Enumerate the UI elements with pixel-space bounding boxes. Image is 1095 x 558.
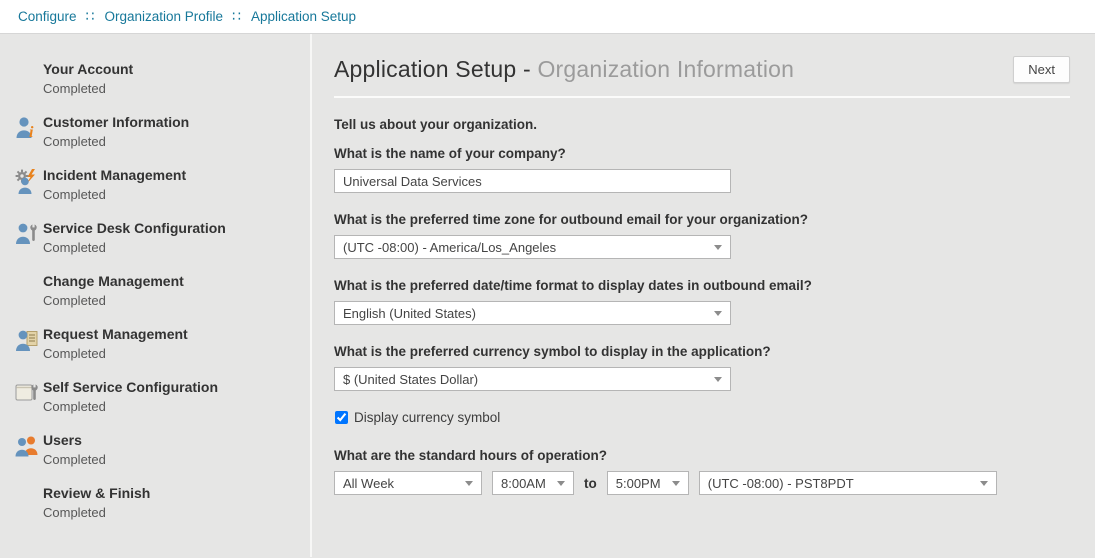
currency-select-value: $ (United States Dollar) bbox=[343, 372, 478, 387]
datetime-format-select[interactable]: English (United States) bbox=[334, 301, 731, 325]
title-divider bbox=[334, 96, 1070, 98]
panel-wrench-icon bbox=[14, 380, 40, 406]
step-status: Completed bbox=[43, 80, 133, 97]
hours-end-select[interactable]: 5:00PM bbox=[607, 471, 689, 495]
chevron-down-icon bbox=[714, 245, 722, 250]
display-currency-label[interactable]: Display currency symbol bbox=[354, 410, 500, 425]
blank-icon bbox=[14, 274, 40, 300]
timezone-select[interactable]: (UTC -08:00) - America/Los_Angeles bbox=[334, 235, 731, 259]
breadcrumb-configure[interactable]: Configure bbox=[18, 9, 77, 24]
hours-timezone-select[interactable]: (UTC -08:00) - PST8PDT bbox=[699, 471, 997, 495]
person-wrench-icon bbox=[14, 221, 40, 247]
chevron-down-icon bbox=[980, 481, 988, 486]
breadcrumb-application-setup[interactable]: Application Setup bbox=[251, 9, 356, 24]
step-label: Self Service Configuration bbox=[43, 379, 218, 396]
company-name-label: What is the name of your company? bbox=[334, 146, 1070, 161]
step-status: Completed bbox=[43, 292, 184, 309]
chevron-down-icon bbox=[465, 481, 473, 486]
svg-text:i: i bbox=[29, 124, 34, 141]
step-status: Completed bbox=[43, 451, 106, 468]
setup-steps-sidebar: Your Account Completed i Customer Inform… bbox=[0, 34, 312, 557]
currency-select[interactable]: $ (United States Dollar) bbox=[334, 367, 731, 391]
hours-end-value: 5:00PM bbox=[616, 476, 661, 491]
hours-start-select[interactable]: 8:00AM bbox=[492, 471, 574, 495]
hours-days-value: All Week bbox=[343, 476, 394, 491]
sidebar-item-self-service-configuration[interactable]: Self Service Configuration Completed bbox=[14, 379, 300, 415]
breadcrumb-separator-icon: ∷ bbox=[86, 8, 96, 25]
sidebar-item-request-management[interactable]: Request Management Completed bbox=[14, 326, 300, 362]
next-button[interactable]: Next bbox=[1013, 56, 1070, 83]
application-setup-panel: Application Setup - Organization Informa… bbox=[312, 34, 1095, 557]
chevron-down-icon bbox=[557, 481, 565, 486]
step-label: Users bbox=[43, 432, 106, 449]
hours-days-select[interactable]: All Week bbox=[334, 471, 482, 495]
datetime-format-label: What is the preferred date/time format t… bbox=[334, 278, 1070, 293]
sidebar-item-review-finish[interactable]: Review & Finish Completed bbox=[14, 485, 300, 521]
step-status: Completed bbox=[43, 133, 189, 150]
step-status: Completed bbox=[43, 398, 218, 415]
sidebar-item-your-account[interactable]: Your Account Completed bbox=[14, 61, 300, 97]
hours-start-value: 8:00AM bbox=[501, 476, 546, 491]
person-gear-bolt-icon bbox=[14, 168, 40, 194]
step-label: Service Desk Configuration bbox=[43, 220, 226, 237]
timezone-label: What is the preferred time zone for outb… bbox=[334, 212, 1070, 227]
blank-icon bbox=[14, 62, 40, 88]
chevron-down-icon bbox=[672, 481, 680, 486]
hours-timezone-value: (UTC -08:00) - PST8PDT bbox=[708, 476, 854, 491]
step-label: Review & Finish bbox=[43, 485, 150, 502]
chevron-down-icon bbox=[714, 377, 722, 382]
step-label: Change Management bbox=[43, 273, 184, 290]
timezone-select-value: (UTC -08:00) - America/Los_Angeles bbox=[343, 240, 556, 255]
sidebar-item-change-management[interactable]: Change Management Completed bbox=[14, 273, 300, 309]
step-status: Completed bbox=[43, 345, 188, 362]
display-currency-checkbox[interactable] bbox=[335, 411, 348, 424]
breadcrumb-organization-profile[interactable]: Organization Profile bbox=[104, 9, 223, 24]
hours-of-operation-label: What are the standard hours of operation… bbox=[334, 448, 1070, 463]
company-name-input[interactable] bbox=[334, 169, 731, 193]
step-label: Your Account bbox=[43, 61, 133, 78]
step-status: Completed bbox=[43, 239, 226, 256]
chevron-down-icon bbox=[714, 311, 722, 316]
breadcrumb-separator-icon: ∷ bbox=[232, 8, 242, 25]
datetime-format-select-value: English (United States) bbox=[343, 306, 476, 321]
currency-label: What is the preferred currency symbol to… bbox=[334, 344, 1070, 359]
sidebar-item-incident-management[interactable]: Incident Management Completed bbox=[14, 167, 300, 203]
step-status: Completed bbox=[43, 504, 150, 521]
hours-to-label: to bbox=[584, 476, 597, 491]
page-title-primary: Application Setup - bbox=[334, 56, 531, 82]
step-label: Customer Information bbox=[43, 114, 189, 131]
person-info-icon: i bbox=[14, 115, 40, 141]
step-label: Incident Management bbox=[43, 167, 186, 184]
step-status: Completed bbox=[43, 186, 186, 203]
two-users-icon bbox=[14, 433, 40, 459]
breadcrumb: Configure ∷ Organization Profile ∷ Appli… bbox=[0, 0, 1095, 34]
sidebar-item-service-desk-configuration[interactable]: Service Desk Configuration Completed bbox=[14, 220, 300, 256]
page-title: Application Setup - Organization Informa… bbox=[334, 56, 794, 83]
sidebar-item-customer-information[interactable]: i Customer Information Completed bbox=[14, 114, 300, 150]
blank-icon bbox=[14, 486, 40, 512]
person-document-icon bbox=[14, 327, 40, 353]
step-label: Request Management bbox=[43, 326, 188, 343]
intro-text: Tell us about your organization. bbox=[334, 117, 1070, 132]
sidebar-item-users[interactable]: Users Completed bbox=[14, 432, 300, 468]
page-title-secondary: Organization Information bbox=[537, 56, 794, 82]
